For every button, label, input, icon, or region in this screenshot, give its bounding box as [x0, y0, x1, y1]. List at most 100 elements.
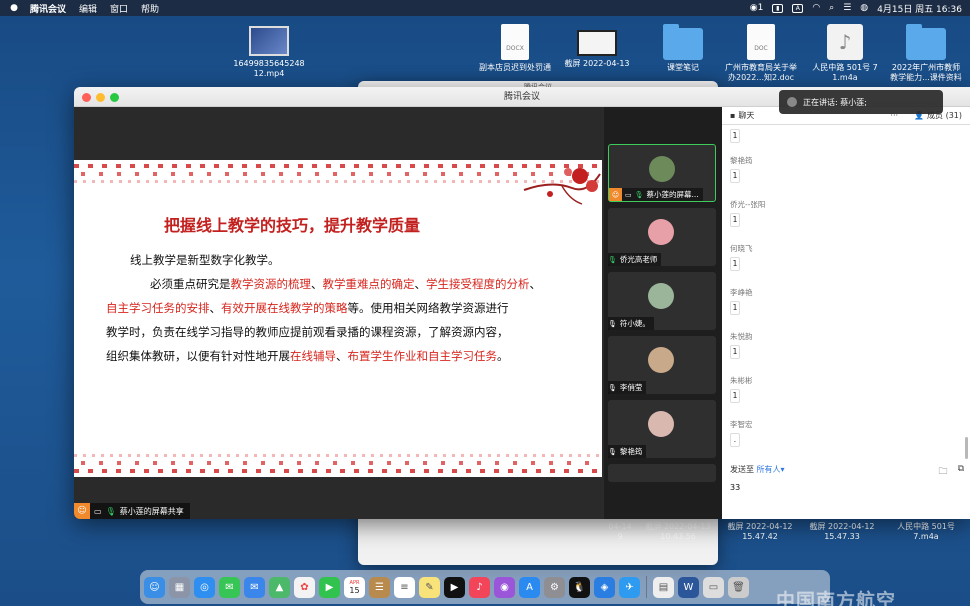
document-preview-icon[interactable]: ▤: [653, 576, 674, 598]
participant-tile[interactable]: 🎙 侨光高老师: [608, 208, 716, 266]
speaker-avatar-icon: [787, 97, 797, 107]
maps-icon[interactable]: ▲: [269, 576, 290, 598]
decorative-border-bottom: [74, 451, 602, 477]
desktop-file-docx[interactable]: DOCX 副本店员迟到处罚通: [475, 24, 555, 73]
messages-icon[interactable]: ✉: [219, 576, 240, 598]
menu-clock[interactable]: 4月15日 周五 16:36: [877, 2, 962, 15]
fullscreen-window-button[interactable]: [110, 93, 119, 102]
mic-on-icon: 🎙: [608, 255, 617, 264]
apple-tv-icon[interactable]: ▶: [444, 576, 465, 598]
input-source-icon[interactable]: A: [792, 3, 804, 13]
send-to-target[interactable]: 所有人: [757, 465, 781, 474]
docx-file-icon: DOCX: [501, 24, 529, 60]
chat-message-list[interactable]: 1 黎艳筠 1 侨光--张阳 1 何晓飞 1 李峥艳 1 朱悦韵 1 朱彬彬 1…: [722, 125, 970, 459]
word-document-icon[interactable]: W: [678, 576, 699, 598]
participant-tile[interactable]: [608, 464, 716, 482]
menu-edit[interactable]: 编辑: [79, 2, 97, 15]
file-stack-icon[interactable]: ▭: [703, 576, 724, 598]
desktop-file-label: 人民中路 501号 7: [812, 63, 878, 72]
chat-input[interactable]: 33: [730, 483, 740, 492]
desktop-file-audio[interactable]: ♪ 人民中路 501号 7 1.m4a: [805, 24, 885, 83]
photos-icon[interactable]: ✿: [294, 576, 315, 598]
calendar-icon[interactable]: APR 15: [344, 576, 365, 598]
apple-menu-icon[interactable]: ●: [8, 3, 20, 13]
participant-name: 李俏莹: [619, 383, 643, 392]
menu-help[interactable]: 帮助: [141, 2, 159, 15]
control-center-icon[interactable]: ☰: [843, 3, 851, 13]
participant-tile[interactable]: 🎙 黎艳筠: [608, 400, 716, 458]
wifi-icon[interactable]: ◠: [812, 3, 820, 13]
app-store-icon[interactable]: A: [519, 576, 540, 598]
desktop-file-audio-2[interactable]: 人民中路 501号 7.m4a: [890, 522, 962, 542]
chat-message: 1: [730, 301, 740, 315]
folder-icon: [906, 24, 946, 60]
video-thumbnail-icon: [249, 26, 289, 56]
desktop-file-doc[interactable]: DOC 广州市教育局关于举 办2022...知2.doc: [721, 24, 801, 83]
participant-tile[interactable]: 🎙 李俏莹: [608, 336, 716, 394]
facetime-icon[interactable]: ▶: [319, 576, 340, 598]
chat-message: 1: [730, 257, 740, 271]
user-avatar-icon: ☺: [609, 188, 622, 201]
slide-body: 线上教学是新型数字化教学。 必须重点研究是教学资源的梳理、教学重难点的确定、学生…: [106, 253, 541, 363]
chat-message: .: [730, 433, 740, 447]
qq-icon[interactable]: 🐧: [569, 576, 590, 598]
minimize-window-button[interactable]: [96, 93, 105, 102]
trash-icon[interactable]: 🗑: [728, 576, 749, 598]
desktop-file-screenshot-0412a[interactable]: 截屏 2022-04-12 15.47.42: [724, 522, 796, 542]
mic-off-icon: 🎙: [608, 383, 617, 392]
menu-window[interactable]: 窗口: [110, 2, 128, 15]
participant-video-column[interactable]: ☺ ▭ 🎙 蔡小莲的屏幕... 🎙 侨光高老师 🎙 符小婕。 🎙 李俏莹 🎙 黎艳筠: [604, 107, 722, 519]
chat-sender: 何晓飞: [730, 244, 753, 253]
mic-on-icon: 🎙: [105, 506, 116, 516]
participant-tile[interactable]: ☺ ▭ 🎙 蔡小莲的屏幕...: [608, 144, 716, 202]
feishu-icon[interactable]: ✈: [619, 576, 640, 598]
mic-off-icon: 🎙: [608, 447, 617, 456]
folder-icon[interactable]: 🗀: [939, 464, 948, 480]
reminders-icon[interactable]: ≡: [394, 576, 415, 598]
dock-separator: [646, 576, 647, 598]
plum-blossom-decoration: [523, 168, 601, 205]
chat-message: 1: [730, 345, 740, 359]
send-to-selector[interactable]: 发送至 所有人▾: [730, 464, 785, 475]
qq-status-icon[interactable]: ◉1: [750, 3, 764, 13]
screen-share-label: ☺ ▭ 🎙 蔡小莲的屏幕共享: [74, 503, 190, 519]
system-preferences-icon[interactable]: ⚙: [544, 576, 565, 598]
chat-message: 1: [730, 213, 740, 227]
chat-message: 1: [730, 389, 740, 403]
finder-icon[interactable]: ☺: [144, 576, 165, 598]
contacts-icon[interactable]: ☰: [369, 576, 390, 598]
launchpad-icon[interactable]: ▦: [169, 576, 190, 598]
shared-screen-area[interactable]: 把握线上教学的技巧，提升教学质量 线上教学是新型数字化教学。 必须重点研究是教学…: [74, 107, 602, 519]
screenshot-icon[interactable]: ⧉: [958, 464, 964, 480]
desktop-file-video[interactable]: 16499835645248 12.mp4: [229, 26, 309, 79]
chat-sender: 朱彬彬: [730, 376, 753, 385]
safari-icon[interactable]: ◎: [194, 576, 215, 598]
desktop-file-screenshot[interactable]: 截屏 2022-04-13: [557, 30, 637, 69]
participant-name: 黎艳筠: [619, 447, 643, 456]
tencent-meeting-icon[interactable]: ◈: [594, 576, 615, 598]
podcasts-icon[interactable]: ◉: [494, 576, 515, 598]
music-icon[interactable]: ♪: [469, 576, 490, 598]
slide-title: 把握线上教学的技巧，提升教学质量: [164, 216, 421, 235]
menu-bar: ● 腾讯会议 编辑 窗口 帮助 ◉1 ▮ A ◠ ⌕ ☰ ◍ 4月15日 周五 …: [0, 0, 970, 16]
notes-icon[interactable]: ✎: [419, 576, 440, 598]
siri-icon[interactable]: ◍: [860, 3, 868, 13]
desktop-folder-notes[interactable]: 课堂笔记: [643, 24, 723, 73]
mail-icon[interactable]: ✉: [244, 576, 265, 598]
desktop-folder-materials[interactable]: 2022年广州市教师 教学能力...课件资料: [886, 24, 966, 83]
doc-file-icon: DOC: [747, 24, 775, 60]
tab-chat[interactable]: ▪ 聊天: [722, 110, 762, 121]
meeting-window: 腾讯会议 把握线上教学的技巧，提升教学质量 线上教学是新型数字化教学。 必须重点…: [74, 87, 970, 519]
search-icon[interactable]: ⌕: [829, 3, 834, 13]
screen-share-name: 蔡小莲的屏幕共享: [119, 506, 184, 516]
menu-app-name[interactable]: 腾讯会议: [30, 2, 66, 15]
chat-scrollbar[interactable]: [965, 437, 968, 459]
chat-sender: 李智宏: [730, 420, 753, 429]
desktop-file-screenshot-0413[interactable]: 截屏 2022-04-13 10.43.56: [642, 522, 714, 542]
chat-panel: ▪ 聊天 ··· 👤 成员 (31) 1 黎艳筠 1 侨光--张阳 1 何晓飞 1 …: [722, 107, 970, 519]
battery-icon[interactable]: ▮: [772, 3, 784, 13]
desktop-file-screenshot-0412b[interactable]: 截屏 2022-04-12 15.47.33: [806, 522, 878, 542]
participant-avatar: [648, 411, 674, 437]
participant-tile[interactable]: 🎙 符小婕。: [608, 272, 716, 330]
close-window-button[interactable]: [82, 93, 91, 102]
